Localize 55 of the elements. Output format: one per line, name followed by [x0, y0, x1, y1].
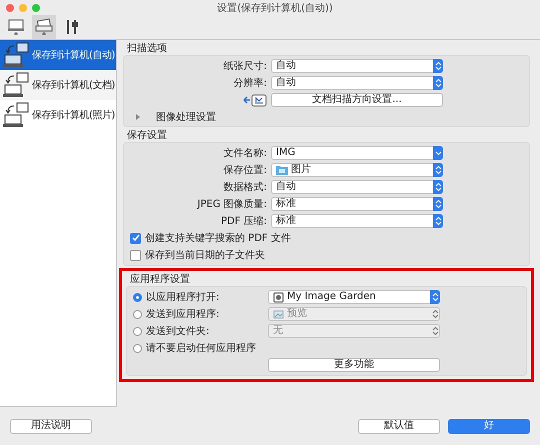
- dropdown[interactable]: 标准: [271, 214, 443, 228]
- section-title: 扫描选项: [126, 42, 168, 55]
- defaults-button[interactable]: 默认值: [358, 418, 440, 434]
- section-title: 保存设置: [126, 129, 168, 142]
- dropdown[interactable]: 标准: [271, 197, 443, 211]
- field-label: PDF 压缩:: [220, 214, 267, 228]
- stepper-icon: [433, 163, 443, 177]
- computer-icon: [2, 72, 30, 98]
- stepper-icon: [433, 197, 443, 211]
- help-button[interactable]: 用法说明: [10, 418, 92, 434]
- radio-button[interactable]: 以应用程序打开:: [133, 290, 264, 304]
- folder-icon: [276, 165, 288, 175]
- scanner-icon: [35, 18, 53, 36]
- computer-icon: [2, 42, 30, 68]
- section-title: 应用程序设置: [129, 273, 191, 286]
- checkbox[interactable]: 创建支持关键字搜索的 PDF 文件: [130, 231, 523, 245]
- stepper-icon: [433, 214, 443, 228]
- scanner-tab[interactable]: [32, 15, 56, 39]
- combo-box[interactable]: IMG: [271, 146, 443, 160]
- dropdown[interactable]: 自动: [271, 180, 443, 194]
- radio-button[interactable]: 请不要启动任何应用程序: [133, 341, 264, 355]
- computer-icon: [7, 18, 25, 36]
- stepper-icon: [430, 324, 440, 338]
- field-label: 文件名称:: [222, 146, 267, 160]
- field-label: 纸张尺寸:: [222, 60, 267, 73]
- more-functions-button[interactable]: 更多功能: [268, 358, 440, 372]
- radio-button[interactable]: 发送到文件夹:: [133, 324, 264, 338]
- close-button[interactable]: [6, 4, 14, 12]
- dropdown[interactable]: 自动: [271, 59, 443, 73]
- stepper-icon: [433, 76, 443, 90]
- document-orientation-icon: [243, 94, 267, 106]
- stepper-icon: [433, 146, 443, 160]
- sidebar-item[interactable]: 保存到计算机(照片): [0, 100, 116, 130]
- dropdown[interactable]: 自动: [271, 76, 443, 90]
- sidebar-item[interactable]: 保存到计算机(文档): [0, 70, 116, 100]
- field-label: 分辨率:: [232, 76, 267, 90]
- image-processing-disclosure[interactable]: 图像处理设置: [130, 110, 523, 123]
- field-label: 保存位置:: [222, 164, 267, 177]
- preview-icon: [273, 308, 284, 320]
- radio-button[interactable]: 发送到应用程序:: [133, 307, 264, 321]
- field-label: 数据格式:: [222, 180, 267, 194]
- stepper-icon: [433, 180, 443, 194]
- dropdown[interactable]: My Image Garden: [268, 290, 440, 304]
- stepper-icon: [430, 290, 440, 304]
- checkmark-icon: [132, 234, 140, 242]
- stepper-icon: [433, 59, 443, 73]
- window-title: 设置(保存到计算机(自动)): [217, 2, 334, 14]
- app-icon: [273, 292, 284, 302]
- ok-button[interactable]: 好: [448, 418, 530, 434]
- orientation-settings-button[interactable]: 文档扫描方向设置...: [271, 93, 443, 107]
- field-label: JPEG 图像质量:: [196, 198, 267, 211]
- checkbox[interactable]: 保存到当前日期的子文件夹: [130, 248, 523, 262]
- dropdown[interactable]: 图片: [271, 163, 443, 177]
- stepper-icon: [430, 307, 440, 321]
- sidebar-item[interactable]: 保存到计算机(自动): [0, 40, 116, 70]
